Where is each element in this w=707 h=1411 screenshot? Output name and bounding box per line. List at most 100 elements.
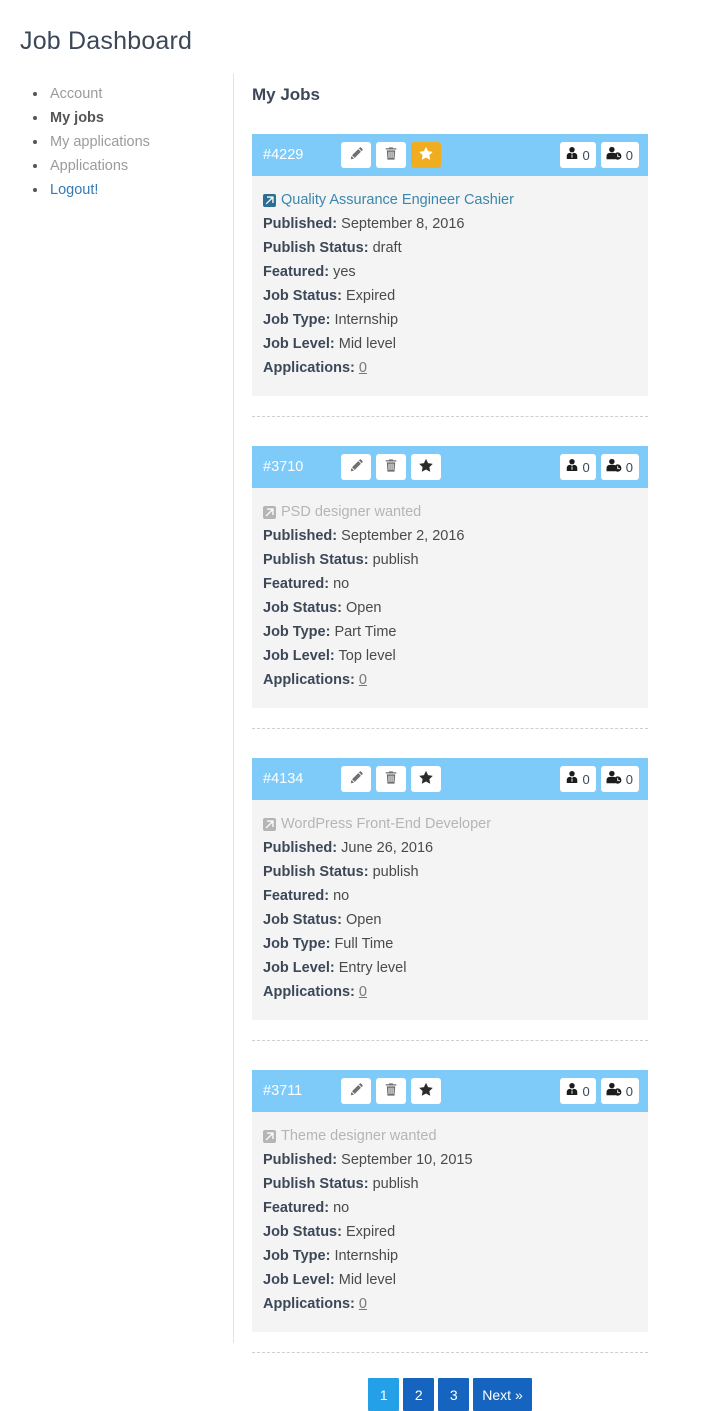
edit-job-button[interactable]	[341, 1078, 371, 1104]
card-separator	[252, 1352, 648, 1353]
feature-job-button[interactable]	[411, 142, 441, 168]
pagination-page-2[interactable]: 2	[403, 1378, 435, 1411]
feature-job-button[interactable]	[411, 766, 441, 792]
job-title-link[interactable]: WordPress Front-End Developer	[281, 812, 491, 836]
job-type-value: Part Time	[334, 624, 397, 640]
pagination-page-1[interactable]: 1	[368, 1378, 400, 1411]
published-row: Published: September 8, 2016	[263, 212, 637, 236]
applications-row: Applications: 0	[263, 980, 637, 1004]
job-card: #3710 0 0 PSD designer wanted Published: Sep…	[252, 446, 648, 708]
applications-label: Applications:	[263, 360, 355, 376]
job-title-link[interactable]: Quality Assurance Engineer Cashier	[281, 188, 514, 212]
trash-icon	[384, 458, 398, 476]
pending-count-button[interactable]: 0	[600, 1078, 639, 1104]
job-card-body: WordPress Front-End Developer Published: …	[252, 800, 648, 1020]
sidebar-item-logout[interactable]: Logout!	[50, 182, 98, 198]
featured-label: Featured:	[263, 576, 330, 592]
pencil-icon	[349, 146, 364, 164]
job-title-link[interactable]: Theme designer wanted	[281, 1124, 437, 1148]
delete-job-button[interactable]	[376, 1078, 406, 1104]
feature-job-button[interactable]	[411, 1078, 441, 1104]
job-card-header: #4134 0 0	[252, 758, 648, 800]
job-title-link[interactable]: PSD designer wanted	[281, 500, 421, 524]
job-counts: 00	[559, 454, 639, 480]
job-type-value: Internship	[334, 1248, 399, 1264]
applications-count-link[interactable]: 0	[359, 672, 367, 688]
published-value: September 10, 2015	[341, 1152, 473, 1168]
main-heading: My Jobs	[252, 85, 321, 104]
job-title-line: Theme designer wanted	[263, 1124, 637, 1148]
candidates-count: 0	[582, 1083, 590, 1099]
publish-status-row: Publish Status: publish	[263, 1172, 637, 1196]
trash-icon	[384, 146, 398, 164]
candidates-count-button[interactable]: 0	[559, 142, 596, 168]
job-status-value: Open	[345, 600, 382, 616]
job-card-body: PSD designer wanted Published: September …	[252, 488, 648, 708]
sidebar-list-item: Account	[48, 82, 233, 106]
published-row: Published: September 10, 2015	[263, 1148, 637, 1172]
applications-count-link[interactable]: 0	[359, 360, 367, 376]
job-card-header: #3710 0 0	[252, 446, 648, 488]
applications-label: Applications:	[263, 672, 355, 688]
featured-label: Featured:	[263, 888, 330, 904]
job-card: #4229 0 0 Quality Assurance Engineer Cashie…	[252, 134, 648, 396]
job-card: #4134 0 0 WordPress Front-End Developer Publ…	[252, 758, 648, 1020]
job-type-label: Job Type:	[263, 312, 331, 328]
delete-job-button[interactable]	[376, 142, 406, 168]
edit-job-button[interactable]	[341, 766, 371, 792]
trash-icon	[384, 1082, 398, 1100]
pending-count-button[interactable]: 0	[600, 766, 639, 792]
card-separator	[252, 728, 648, 729]
publish-status-label: Publish Status:	[263, 1176, 369, 1192]
job-level-row: Job Level: Mid level	[263, 1268, 637, 1292]
external-link-icon	[263, 817, 276, 831]
edit-job-button[interactable]	[341, 142, 371, 168]
job-actions	[341, 454, 441, 480]
sidebar-item-account[interactable]: Account	[50, 86, 102, 102]
sidebar-item-my-applications[interactable]: My applications	[50, 134, 150, 150]
published-value: June 26, 2016	[341, 840, 434, 856]
featured-row: Featured: yes	[263, 260, 637, 284]
job-counts: 00	[559, 1078, 639, 1104]
job-level-value: Entry level	[338, 960, 407, 976]
job-card-header: #4229 0 0	[252, 134, 648, 176]
job-card-body: Theme designer wanted Published: Septembe…	[252, 1112, 648, 1332]
job-level-row: Job Level: Top level	[263, 644, 637, 668]
job-status-label: Job Status:	[263, 600, 342, 616]
delete-job-button[interactable]	[376, 766, 406, 792]
candidates-count-button[interactable]: 0	[559, 766, 596, 792]
feature-job-button[interactable]	[411, 454, 441, 480]
job-card: #3711 0 0 Theme designer wanted Published: S…	[252, 1070, 648, 1332]
pagination-page-3[interactable]: 3	[438, 1378, 470, 1411]
featured-label: Featured:	[263, 264, 330, 280]
pending-count: 0	[625, 147, 633, 163]
featured-value: no	[333, 888, 350, 904]
applications-count-link[interactable]: 0	[359, 984, 367, 1000]
job-card-header: #3711 0 0	[252, 1070, 648, 1112]
pending-count-button[interactable]: 0	[600, 142, 639, 168]
job-status-label: Job Status:	[263, 288, 342, 304]
sidebar-item-applications[interactable]: Applications	[50, 158, 128, 174]
job-id: #3710	[263, 459, 304, 475]
sidebar-item-my-jobs[interactable]: My jobs	[50, 110, 104, 126]
external-link-icon	[263, 505, 276, 519]
candidates-count-button[interactable]: 0	[559, 1078, 596, 1104]
pending-count-button[interactable]: 0	[600, 454, 639, 480]
sidebar-list-item: My applications	[48, 130, 233, 154]
candidates-count: 0	[582, 771, 590, 787]
publish-status-label: Publish Status:	[263, 240, 369, 256]
publish-status-value: publish	[372, 552, 419, 568]
candidates-count: 0	[582, 147, 590, 163]
job-id: #3711	[263, 1083, 303, 1099]
job-id: #4134	[263, 771, 304, 787]
sidebar-list-item: Applications	[48, 154, 233, 178]
edit-job-button[interactable]	[341, 454, 371, 480]
job-status-label: Job Status:	[263, 1224, 342, 1240]
candidates-count-button[interactable]: 0	[559, 454, 596, 480]
applications-count-link[interactable]: 0	[359, 1296, 367, 1312]
user-tie-icon	[565, 458, 579, 476]
sidebar-menu: Account My jobs My applications Application…	[0, 74, 233, 202]
featured-row: Featured: no	[263, 884, 637, 908]
delete-job-button[interactable]	[376, 454, 406, 480]
pagination-next-button[interactable]: Next »	[473, 1378, 532, 1411]
